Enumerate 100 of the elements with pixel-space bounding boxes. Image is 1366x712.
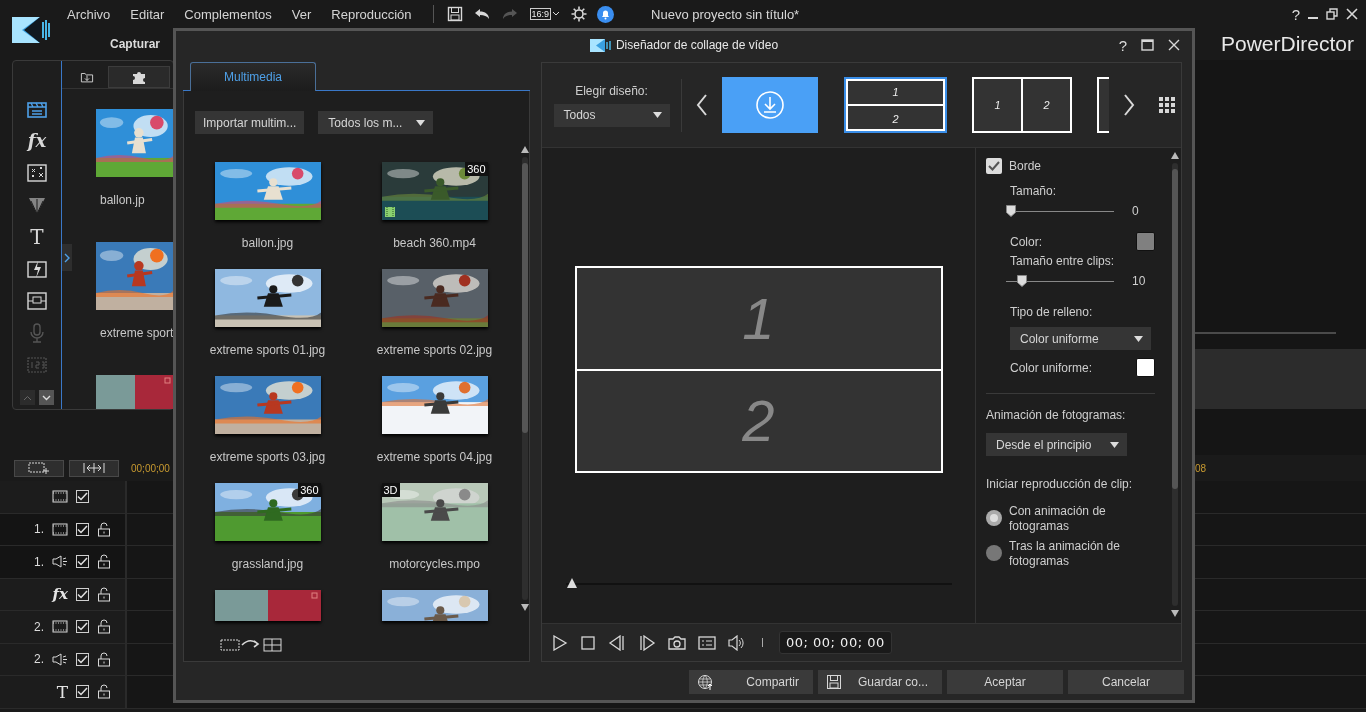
gap-label: Tamaño entre clips: [1009, 254, 1116, 268]
lock-icon[interactable] [97, 521, 111, 537]
app-logo [589, 37, 612, 53]
room-tab[interactable] [25, 258, 49, 280]
menu-item[interactable]: Archivo [67, 6, 111, 22]
track-checkbox[interactable] [76, 587, 89, 601]
track-checkbox[interactable] [76, 685, 89, 699]
room-tab[interactable]: T [25, 226, 49, 248]
help-button[interactable]: ? [1291, 5, 1300, 23]
scroll-up-button[interactable] [20, 390, 35, 405]
help-button[interactable]: ? [1118, 36, 1127, 54]
subtitle-icon[interactable] [698, 634, 716, 651]
save-icon[interactable] [446, 6, 463, 22]
track-checkbox[interactable] [76, 555, 89, 569]
track-label: T [56, 681, 68, 702]
radio-button[interactable] [986, 545, 1002, 561]
dialog-button[interactable]: Compartir [689, 670, 813, 694]
scrollbar[interactable] [1172, 163, 1178, 606]
track-number: 2. [34, 619, 44, 634]
restore-icon[interactable] [1326, 8, 1338, 20]
layout-filter-dropdown[interactable]: Todos [553, 103, 670, 127]
fit-icon [83, 462, 105, 474]
dialog-button[interactable]: Aceptar [947, 670, 1063, 694]
notification-icon[interactable] [597, 5, 615, 23]
preview-slider[interactable] [565, 577, 952, 591]
lock-icon[interactable] [97, 586, 111, 602]
lock-icon[interactable] [97, 554, 111, 570]
next-frame-icon[interactable] [638, 634, 656, 651]
media-label: ballon.jp [100, 193, 145, 207]
timecode-label: 00;00;00 [131, 462, 170, 474]
caret-icon [652, 112, 662, 118]
caret-icon [1134, 335, 1143, 342]
dialog-button[interactable]: Guardar co... [818, 670, 942, 694]
track-checkbox[interactable] [76, 522, 89, 536]
video-track-icon [52, 490, 68, 504]
lock-icon[interactable] [97, 619, 111, 635]
dialog-button[interactable]: Cancelar [1068, 670, 1184, 694]
track-checkbox[interactable] [76, 490, 89, 504]
download-layout-tile[interactable] [722, 77, 818, 133]
menu-item[interactable]: Editar [130, 6, 165, 22]
aspect-ratio-selector[interactable]: 16:9 [529, 8, 552, 20]
add-track-button[interactable] [14, 459, 64, 477]
maximize-icon[interactable] [1141, 39, 1154, 51]
previous-frame-icon[interactable] [608, 634, 626, 651]
color-swatch[interactable] [1136, 232, 1155, 251]
menu-item[interactable]: Ver [291, 6, 312, 22]
frame-animation-dropdown[interactable]: Desde el principio [986, 433, 1127, 456]
slider-thumb[interactable] [1006, 204, 1016, 217]
import-media-button[interactable]: Importar multim... [195, 111, 305, 134]
track-checkbox[interactable] [76, 620, 89, 634]
color-label: Color: [1010, 234, 1042, 249]
close-icon[interactable] [1168, 39, 1180, 51]
volume-icon[interactable] [728, 634, 746, 651]
radio-button[interactable] [986, 510, 1002, 526]
menu-item[interactable]: Complementos [184, 6, 272, 22]
pip-icon [26, 290, 48, 312]
layout-tile[interactable] [1097, 77, 1109, 133]
room-tab[interactable] [25, 162, 49, 184]
format-badge: 360 [298, 483, 321, 497]
close-icon[interactable] [1346, 8, 1358, 20]
radio-label: Tras la animación de fotogramas [1009, 539, 1121, 569]
room-tab[interactable] [25, 290, 49, 312]
media-tab[interactable]: Multimedia [190, 62, 316, 91]
chevron-down-icon [42, 394, 51, 401]
fill-type-dropdown[interactable]: Color uniforme [1010, 327, 1151, 350]
chevron-left-icon [696, 94, 708, 116]
fit-timeline-button[interactable] [69, 459, 119, 477]
border-checkbox[interactable] [986, 158, 1002, 174]
lock-icon[interactable] [97, 684, 111, 700]
puzzle-icon [131, 69, 147, 85]
track-checkbox[interactable] [76, 652, 89, 666]
slider-thumb[interactable] [1016, 274, 1027, 287]
expand-button[interactable] [62, 244, 72, 271]
video-track-icon [52, 522, 68, 536]
format-badge: 360 [465, 162, 488, 176]
media-filter-dropdown[interactable]: Todos los m... [318, 111, 434, 134]
settings-icon[interactable] [571, 6, 588, 22]
video-to-collage-icon[interactable] [220, 636, 284, 652]
plugin-button[interactable] [108, 66, 170, 88]
next-button[interactable] [1123, 94, 1135, 116]
scroll-up-icon[interactable] [1171, 152, 1179, 159]
room-tab[interactable]: fx [25, 130, 49, 152]
grid-view-icon[interactable] [1159, 97, 1175, 113]
speaker-icon [52, 555, 68, 569]
scrollbar[interactable] [522, 157, 528, 600]
layout-tile[interactable]: 1 2 [844, 77, 947, 133]
collage-cell[interactable]: 2 [576, 368, 941, 471]
menu-item[interactable]: Reproducción [331, 6, 412, 22]
scroll-up-icon[interactable] [521, 146, 529, 153]
layout-tile[interactable]: 1 2 [972, 77, 1072, 133]
camera-icon[interactable] [668, 634, 686, 651]
collage-cell[interactable]: 1 [576, 268, 941, 369]
fill-color-label: Color uniforme: [1010, 360, 1093, 375]
color-swatch[interactable] [1136, 358, 1155, 377]
previous-button[interactable] [696, 94, 708, 116]
scroll-down-button[interactable] [39, 390, 54, 405]
lock-icon[interactable] [97, 651, 111, 667]
track-number: 1. [34, 522, 44, 537]
play-icon[interactable] [552, 634, 568, 651]
stop-icon[interactable] [580, 634, 596, 651]
